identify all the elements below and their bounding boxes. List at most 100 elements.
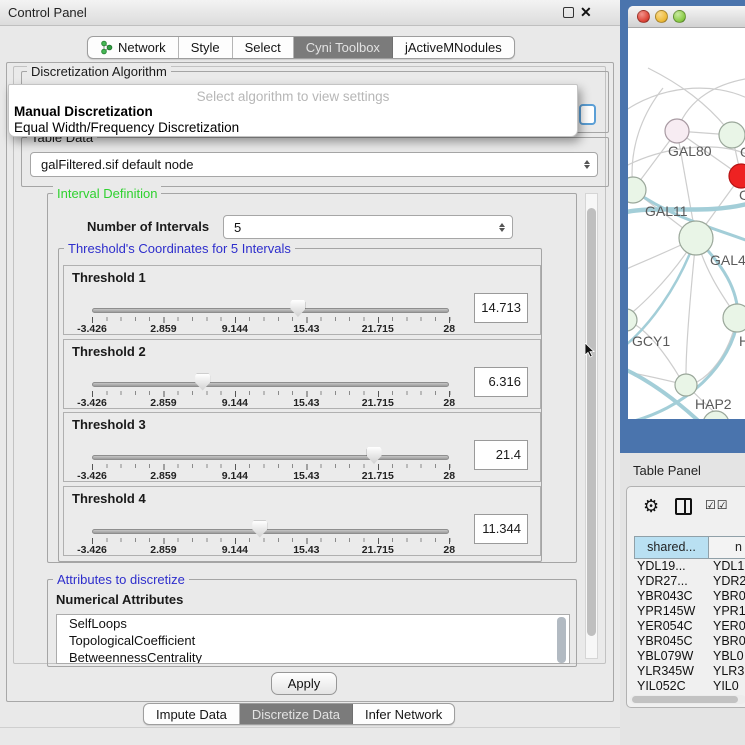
numerical-attributes-label: Numerical Attributes	[56, 592, 183, 607]
threshold-slider-thumb[interactable]	[252, 521, 267, 538]
tick-label: 9.144	[222, 323, 248, 335]
algorithm-option-equal-width-frequency-discretization[interactable]: Equal Width/Frequency Discretization	[14, 120, 239, 135]
minimize-traffic-light[interactable]	[655, 10, 668, 23]
select-checkboxes-icon[interactable]: ☑☑	[705, 498, 729, 512]
network-node-h[interactable]	[723, 304, 745, 332]
tick-label: -3.426	[77, 470, 107, 482]
cell-name: YLR3	[713, 664, 744, 678]
group-label-interval: Interval Definition	[53, 186, 161, 201]
tab-label: jActiveMNodules	[405, 40, 502, 55]
threshold-slider-thumb[interactable]	[290, 300, 305, 317]
threshold-label: Threshold 1	[72, 270, 146, 285]
list-scrollbar-thumb[interactable]	[557, 617, 566, 663]
tab-style[interactable]: Style	[179, 37, 233, 58]
group-label-thresholds: Threshold's Coordinates for 5 Intervals	[64, 241, 295, 256]
control-panel-titlebar: Control Panel ✕	[0, 0, 620, 26]
network-node-c[interactable]	[729, 164, 745, 188]
network-node-gal80[interactable]	[665, 119, 689, 143]
threshold-slider-track[interactable]	[92, 529, 449, 534]
table-row[interactable]: YPR145WYPR1	[627, 604, 745, 619]
tab-impute-data[interactable]: Impute Data	[144, 704, 240, 724]
table-data-combo[interactable]: galFiltered.sif default node	[30, 152, 598, 177]
threshold-value-field[interactable]: 11.344	[474, 514, 528, 544]
gear-icon[interactable]: ⚙	[643, 495, 659, 517]
network-node-label: GAL80	[668, 143, 712, 159]
tick-label: 15.43	[293, 544, 319, 556]
tab-cyni-toolbox[interactable]: Cyni Toolbox	[294, 37, 393, 58]
table-row[interactable]: YDL19... YDL1	[627, 559, 745, 574]
cell-name: YBR0	[713, 634, 745, 648]
tab-network[interactable]: Network	[88, 37, 179, 58]
threshold-value-field[interactable]: 14.713	[474, 293, 528, 323]
network-node-label: GCY1	[632, 333, 670, 349]
table-row[interactable]: YBL079WYBL0	[627, 649, 745, 664]
network-node-gal4[interactable]	[679, 221, 713, 255]
column-header-name[interactable]: n	[709, 536, 745, 559]
tab-label: Network	[118, 40, 166, 55]
close-icon[interactable]: ✕	[580, 4, 592, 21]
threshold-value-field[interactable]: 21.4	[474, 440, 528, 470]
tick-label: 21.715	[362, 397, 394, 409]
network-icon	[100, 40, 113, 55]
table-hscrollbar-thumb[interactable]	[632, 696, 738, 703]
interval-definition-group: Interval Definition Number of Intervals …	[47, 193, 577, 563]
columns-icon[interactable]	[675, 498, 692, 515]
attribute-item-selfloops[interactable]: SelfLoops	[57, 615, 569, 632]
right-pane: GAL80GACGAL11GAL4GCY1HHAP2 Table Panel ⚙…	[620, 0, 745, 745]
cell-shared-name: YBL079W	[637, 649, 693, 663]
table-row[interactable]: YLR345WYLR3	[627, 664, 745, 679]
table-row[interactable]: YDR27...YDR2	[627, 574, 745, 589]
table-row[interactable]: YER054CYER0	[627, 619, 745, 634]
cell-name: YER0	[713, 619, 745, 633]
cell-name: YPR1	[713, 604, 745, 618]
tab-discretize-data[interactable]: Discretize Data	[240, 704, 353, 724]
tab-select[interactable]: Select	[233, 37, 294, 58]
table-body: YDL19... YDL1YDR27...YDR2YBR043CYBR0YPR14…	[627, 559, 745, 694]
tab-infer-network[interactable]: Infer Network	[353, 704, 454, 724]
tick-label: 9.144	[222, 470, 248, 482]
tick-label: 28	[443, 397, 455, 409]
table-hscrollbar[interactable]	[630, 695, 745, 704]
attribute-item-topologicalcoefficient[interactable]: TopologicalCoefficient	[57, 632, 569, 649]
table-row[interactable]: YBR045CYBR0	[627, 634, 745, 649]
table-row[interactable]: YIL052CYIL0	[627, 679, 745, 694]
panel-scrollbar-thumb[interactable]	[587, 208, 596, 636]
algorithm-combo[interactable]	[579, 104, 596, 125]
table-row[interactable]: YBR043CYBR0	[627, 589, 745, 604]
network-node-label: C	[739, 187, 745, 203]
cell-name: YDL1	[713, 559, 744, 573]
apply-button[interactable]: Apply	[271, 672, 337, 695]
table-panel-title: Table Panel	[633, 458, 701, 484]
cell-shared-name: YDL19...	[637, 559, 686, 573]
tab-label: Style	[191, 40, 220, 55]
cyni-toolbox-panel: Discretization Algorithm Table Data galF…	[6, 62, 614, 702]
float-window-icon[interactable]	[563, 7, 574, 18]
tick-label: 21.715	[362, 470, 394, 482]
threshold-slider-thumb[interactable]	[367, 447, 382, 464]
panel-scrollbar[interactable]	[585, 193, 598, 659]
network-window-frame: GAL80GACGAL11GAL4GCY1HHAP2	[620, 0, 745, 453]
attribute-item-betweennesscentrality[interactable]: BetweennessCentrality	[57, 649, 569, 664]
slider-tick-labels: -3.4262.8599.14415.4321.71528	[92, 470, 451, 482]
network-node-hap2[interactable]	[675, 374, 697, 396]
threshold-label: Threshold 3	[72, 417, 146, 432]
threshold-slider-track[interactable]	[92, 455, 449, 460]
network-node[interactable]	[703, 411, 729, 419]
network-canvas[interactable]: GAL80GACGAL11GAL4GCY1HHAP2	[628, 28, 745, 419]
table-data-group: Table Data galFiltered.sif default node	[21, 137, 609, 187]
group-label-algorithm: Discretization Algorithm	[27, 64, 171, 79]
tab-jactivemnodules[interactable]: jActiveMNodules	[393, 37, 514, 58]
tick-label: 21.715	[362, 544, 394, 556]
close-traffic-light[interactable]	[637, 10, 650, 23]
threshold-slider-track[interactable]	[92, 382, 449, 387]
threshold-slider-thumb[interactable]	[195, 374, 210, 391]
zoom-traffic-light[interactable]	[673, 10, 686, 23]
column-header-shared-name[interactable]: shared...	[634, 536, 709, 559]
num-intervals-combo[interactable]: 5	[223, 215, 513, 239]
network-node-gcy1[interactable]	[628, 309, 637, 331]
network-node-gal11[interactable]	[628, 177, 646, 203]
num-intervals-label: Number of Intervals	[87, 219, 209, 234]
threshold-slider-track[interactable]	[92, 308, 449, 313]
threshold-value-field[interactable]: 6.316	[474, 367, 528, 397]
algorithm-option-manual-discretization[interactable]: Manual Discretization	[14, 104, 153, 119]
